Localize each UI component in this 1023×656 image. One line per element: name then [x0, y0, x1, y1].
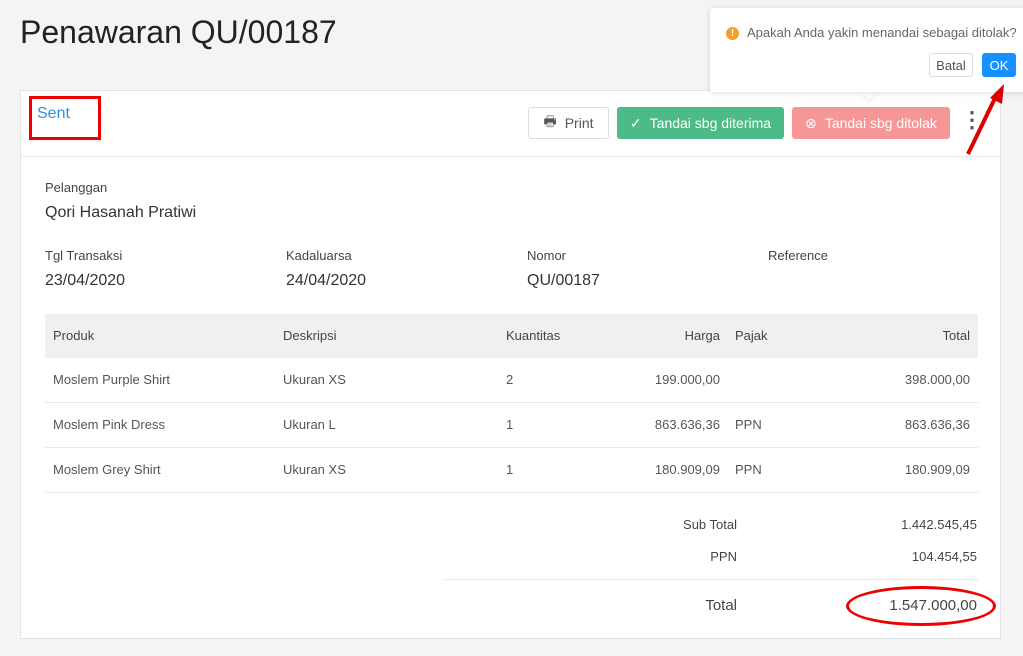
annotation-arrow-icon [966, 84, 1004, 155]
mark-accepted-button[interactable]: ✓ Tandai sbg diterima [617, 107, 784, 139]
mark-rejected-button[interactable]: ⊗ Tandai sbg ditolak [792, 107, 950, 139]
cell-harga: 863.636,36 [654, 417, 720, 432]
cancel-button[interactable]: Batal [929, 53, 973, 77]
cell-kuantitas: 2 [506, 372, 514, 387]
tax-value: 104.454,55 [911, 549, 977, 564]
total-label: Total [705, 597, 737, 614]
page-title: Penawaran QU/00187 [20, 14, 337, 50]
cell-produk: Moslem Pink Dress [53, 417, 165, 432]
expiry-value: 24/04/2020 [286, 272, 367, 289]
subtotal-label: Sub Total [683, 517, 737, 532]
cell-harga: 180.909,09 [654, 462, 720, 477]
table-row: Moslem Pink Dress Ukuran L 1 863.636,36 PPN 8… [45, 403, 978, 448]
circle-x-icon: ⊗ [805, 114, 817, 131]
cell-produk: Moslem Purple Shirt [53, 372, 171, 387]
highlight-oval [846, 586, 996, 626]
date-value: 23/04/2020 [45, 272, 126, 289]
customer-label: Pelanggan [45, 180, 108, 195]
cell-deskripsi: Ukuran XS [283, 462, 346, 477]
table-header: Produk Deskripsi Kuantitas Harga Pajak T… [45, 314, 978, 358]
cell-harga: 199.000,00 [654, 372, 720, 387]
subtotal-value: 1.442.545,45 [901, 517, 977, 532]
customer-value: Qori Hasanah Pratiwi [45, 204, 197, 221]
ok-button[interactable]: OK [982, 53, 1016, 77]
number-label: Nomor [527, 248, 567, 263]
status-badge: Sent [37, 105, 70, 122]
cell-kuantitas: 1 [506, 417, 514, 432]
divider [445, 579, 978, 580]
cell-deskripsi: Ukuran XS [283, 372, 346, 387]
header-total: Total [942, 328, 970, 343]
header-kuantitas: Kuantitas [506, 328, 561, 343]
warning-icon: ! [726, 27, 739, 40]
confirm-message: Apakah Anda yakin menandai sebagai ditol… [747, 25, 1017, 40]
cell-kuantitas: 1 [506, 462, 514, 477]
header-pajak: Pajak [735, 328, 768, 343]
items-table: Produk Deskripsi Kuantitas Harga Pajak T… [45, 314, 978, 493]
cell-deskripsi: Ukuran L [283, 417, 336, 432]
cell-total: 398.000,00 [904, 372, 970, 387]
date-label: Tgl Transaksi [45, 248, 123, 263]
table-row: Moslem Grey Shirt Ukuran XS 1 180.909,09 PPN… [45, 448, 978, 493]
table-row: Moslem Purple Shirt Ukuran XS 2 199.000,00 3… [45, 358, 978, 403]
header-produk: Produk [53, 328, 95, 343]
reference-label: Reference [768, 248, 828, 263]
tax-label: PPN [710, 549, 737, 564]
check-icon: ✓ [629, 114, 642, 131]
number-value: QU/00187 [527, 272, 600, 289]
print-button[interactable]: 🖶 Print [528, 107, 609, 139]
printer-icon: 🖶 [543, 113, 557, 129]
cell-pajak: PPN [735, 417, 762, 432]
expiry-label: Kadaluarsa [286, 248, 352, 263]
cell-total: 863.636,36 [904, 417, 970, 432]
cell-total: 180.909,09 [904, 462, 970, 477]
header-harga: Harga [684, 328, 720, 343]
header-deskripsi: Deskripsi [283, 328, 337, 343]
cell-produk: Moslem Grey Shirt [53, 462, 161, 477]
quotation-card: Sent 🖶 Print ✓ Tandai sbg diterima ⊗ Tan… [20, 90, 1001, 639]
card-header: Sent 🖶 Print ✓ Tandai sbg diterima ⊗ Tan… [21, 91, 1000, 157]
cell-pajak: PPN [735, 462, 762, 477]
